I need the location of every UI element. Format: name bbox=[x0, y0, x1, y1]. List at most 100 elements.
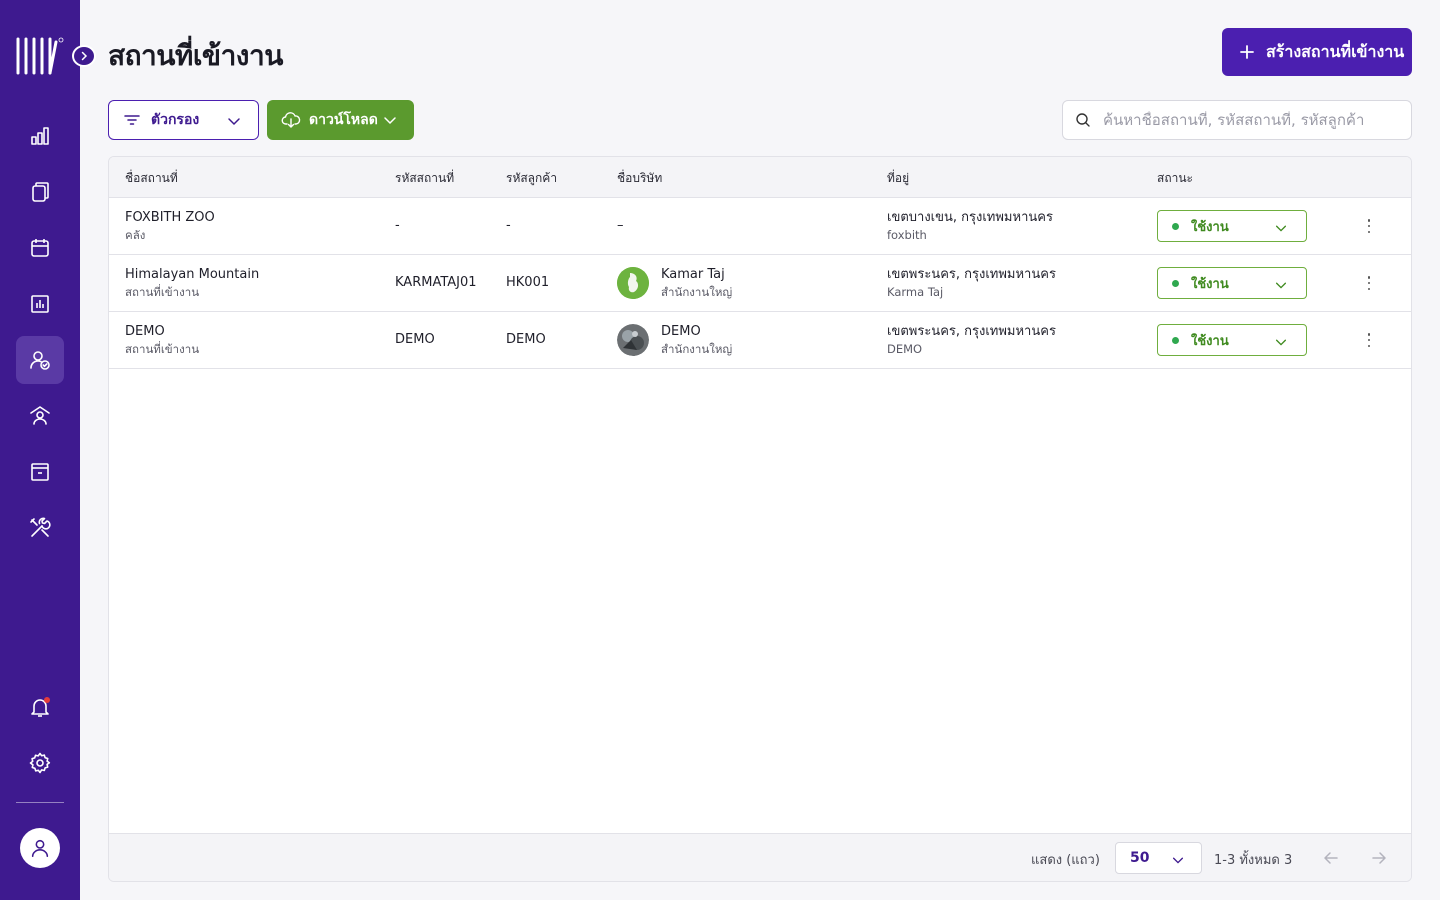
gear-icon bbox=[29, 752, 51, 774]
row-menu-icon[interactable] bbox=[1363, 273, 1375, 293]
address-cell: เขตพระนคร, กรุงเทพมหานคร Karma Taj bbox=[887, 267, 1056, 301]
search-box bbox=[1062, 100, 1412, 140]
chevron-down-icon bbox=[384, 117, 396, 125]
address-sub: Karma Taj bbox=[887, 285, 944, 299]
tools-icon bbox=[30, 517, 51, 537]
address: เขตพระนคร, กรุงเทพมหานคร bbox=[887, 267, 1056, 282]
location-code: - bbox=[395, 218, 400, 233]
download-button[interactable]: ดาวน์โหลด bbox=[267, 100, 414, 140]
user-avatar[interactable] bbox=[20, 828, 60, 868]
company-cell: DEMO สำนักงานใหญ่ bbox=[661, 324, 732, 358]
nav-settings[interactable] bbox=[16, 739, 64, 787]
company-name: Kamar Taj bbox=[661, 267, 725, 282]
arrow-right-icon bbox=[1372, 852, 1386, 864]
customer-code: HK001 bbox=[506, 275, 550, 290]
location-code: KARMATAJ01 bbox=[395, 275, 477, 290]
download-label: ดาวน์โหลด bbox=[309, 112, 378, 128]
archive-icon bbox=[31, 463, 49, 481]
status-select[interactable]: ใช้งาน bbox=[1157, 267, 1307, 299]
documents-icon bbox=[32, 182, 49, 202]
column-header-name[interactable]: ชื่อสถานที่ bbox=[125, 169, 178, 188]
row-menu-icon[interactable] bbox=[1363, 330, 1375, 350]
address-cell: เขตบางเขน, กรุงเทพมหานคร foxbith bbox=[887, 210, 1053, 244]
brand-logo[interactable] bbox=[16, 36, 64, 76]
customer-code: DEMO bbox=[506, 332, 546, 347]
search-icon bbox=[1076, 113, 1090, 127]
sidebar-divider bbox=[16, 802, 64, 803]
status-dot bbox=[1172, 222, 1179, 230]
status-label: ใช้งาน bbox=[1191, 219, 1229, 235]
status-select[interactable]: ใช้งาน bbox=[1157, 324, 1307, 356]
table-footer: แสดง (แถว) 50 1-3 ทั้งหมด 3 bbox=[109, 833, 1411, 881]
rows-per-page-label: แสดง (แถว) bbox=[1031, 853, 1100, 868]
search-input[interactable] bbox=[1103, 111, 1393, 129]
table-row[interactable]: Himalayan Mountain สถานที่เข้างาน KARMAT… bbox=[109, 255, 1411, 312]
location-type: สถานที่เข้างาน bbox=[125, 342, 200, 356]
table-row[interactable]: DEMO สถานที่เข้างาน DEMO DEMO DEMO สำนัก… bbox=[109, 312, 1411, 369]
arrow-left-icon bbox=[1324, 852, 1338, 864]
column-header-customer-code[interactable]: รหัสลูกค้า bbox=[506, 169, 557, 188]
create-location-label: สร้างสถานที่เข้างาน bbox=[1266, 41, 1405, 61]
calendar-icon bbox=[31, 239, 49, 257]
nav-notifications[interactable] bbox=[16, 683, 64, 731]
nav-report[interactable] bbox=[16, 280, 64, 328]
previous-page-button[interactable] bbox=[1319, 846, 1343, 870]
plus-icon bbox=[1240, 45, 1254, 59]
report-icon bbox=[31, 295, 49, 313]
company-branch: สำนักงานใหญ่ bbox=[661, 285, 733, 299]
company-branch: สำนักงานใหญ่ bbox=[661, 342, 733, 356]
status-dot bbox=[1172, 336, 1179, 344]
chevron-down-icon bbox=[228, 118, 240, 126]
rows-per-page-select[interactable]: 50 bbox=[1115, 842, 1202, 874]
status-select[interactable]: ใช้งาน bbox=[1157, 210, 1307, 242]
location-name: DEMO bbox=[125, 324, 165, 339]
customer-code: - bbox=[506, 218, 511, 233]
nav-attendance-locations[interactable] bbox=[16, 336, 64, 384]
column-header-address[interactable]: ที่อยู่ bbox=[887, 169, 909, 188]
address: เขตพระนคร, กรุงเทพมหานคร bbox=[887, 324, 1056, 339]
create-location-button[interactable]: สร้างสถานที่เข้างาน bbox=[1222, 28, 1412, 76]
location-name-cell: Himalayan Mountain สถานที่เข้างาน bbox=[125, 267, 259, 301]
column-header-status[interactable]: สถานะ bbox=[1157, 169, 1193, 188]
nav-archive[interactable] bbox=[16, 448, 64, 496]
column-header-location-code[interactable]: รหัสสถานที่ bbox=[395, 169, 454, 188]
filter-icon bbox=[124, 115, 140, 125]
user-check-icon bbox=[30, 351, 50, 370]
filter-button[interactable]: ตัวกรอง bbox=[108, 100, 259, 140]
status-label: ใช้งาน bbox=[1191, 333, 1229, 349]
table-row[interactable]: FOXBITH ZOO คลัง - - – เขตบางเขน, กรุงเท… bbox=[109, 198, 1411, 255]
cloud-download-icon bbox=[281, 112, 301, 128]
company-logo bbox=[617, 267, 649, 299]
address: เขตบางเขน, กรุงเทพมหานคร bbox=[887, 210, 1053, 225]
status-dot bbox=[1172, 279, 1179, 287]
company-logo bbox=[617, 324, 649, 356]
location-user-icon bbox=[30, 406, 50, 425]
sidebar bbox=[0, 0, 96, 900]
location-type: คลัง bbox=[125, 228, 146, 242]
rows-per-page-value: 50 bbox=[1130, 850, 1150, 866]
company-name: DEMO bbox=[661, 324, 701, 339]
location-name-cell: FOXBITH ZOO คลัง bbox=[125, 210, 215, 244]
dashboard-icon bbox=[31, 127, 49, 145]
status-label: ใช้งาน bbox=[1191, 276, 1229, 292]
notification-badge bbox=[44, 697, 50, 703]
nav-dashboard[interactable] bbox=[16, 112, 64, 160]
address-sub: DEMO bbox=[887, 342, 923, 356]
user-icon bbox=[31, 839, 49, 858]
chevron-right-icon bbox=[81, 51, 88, 61]
location-name: FOXBITH ZOO bbox=[125, 210, 215, 225]
nav-documents[interactable] bbox=[16, 168, 64, 216]
table-header: ชื่อสถานที่ รหัสสถานที่ รหัสลูกค้า ชื่อบ… bbox=[109, 157, 1411, 198]
nav-tools[interactable] bbox=[16, 504, 64, 552]
company-name: – bbox=[617, 218, 624, 233]
pagination-range: 1-3 ทั้งหมด 3 bbox=[1214, 853, 1293, 868]
row-menu-icon[interactable] bbox=[1363, 216, 1375, 236]
next-page-button[interactable] bbox=[1367, 846, 1391, 870]
nav-location-users[interactable] bbox=[16, 392, 64, 440]
sidebar-expand-button[interactable] bbox=[72, 45, 96, 67]
nav-calendar[interactable] bbox=[16, 224, 64, 272]
locations-table: ชื่อสถานที่ รหัสสถานที่ รหัสลูกค้า ชื่อบ… bbox=[108, 156, 1412, 882]
address-cell: เขตพระนคร, กรุงเทพมหานคร DEMO bbox=[887, 324, 1056, 358]
column-header-company[interactable]: ชื่อบริษัท bbox=[617, 169, 662, 188]
location-name-cell: DEMO สถานที่เข้างาน bbox=[125, 324, 199, 358]
